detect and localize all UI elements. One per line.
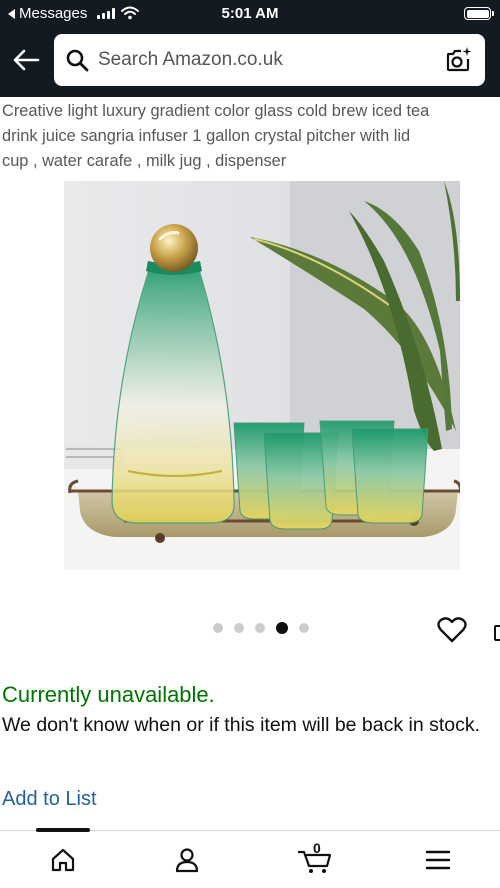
share-icon[interactable] (494, 625, 500, 641)
carousel-dot[interactable] (234, 623, 244, 633)
product-title-line: cup , water carafe , milk jug , dispense… (2, 152, 287, 170)
account-icon (175, 848, 199, 873)
carousel-dot-active[interactable] (276, 622, 288, 634)
carousel-dot[interactable] (255, 623, 265, 633)
product-title: Creative light luxury gradient color gla… (2, 99, 500, 174)
product-title-line: Creative light luxury gradient color gla… (2, 102, 430, 120)
nav-cart[interactable]: 0 (294, 840, 336, 877)
search-input[interactable] (98, 46, 428, 74)
bottom-navigation: 0 (0, 828, 500, 888)
product-title-line: drink juice sangria infuser 1 gallon cry… (2, 127, 411, 145)
search-bar[interactable] (54, 34, 485, 86)
status-bar: Messages 5:01 AM (0, 0, 500, 28)
status-time: 5:01 AM (221, 5, 279, 22)
carousel-dot[interactable] (213, 623, 223, 633)
search-icon (66, 49, 89, 72)
back-arrow-icon[interactable] (12, 48, 40, 72)
active-tab-indicator (36, 828, 90, 832)
product-image[interactable] (64, 181, 460, 570)
image-carousel-dots[interactable] (213, 622, 309, 634)
battery-icon (464, 7, 494, 20)
nav-account[interactable] (167, 843, 207, 877)
menu-icon (425, 850, 451, 870)
camera-search-icon[interactable] (444, 45, 474, 75)
nav-menu[interactable] (418, 843, 458, 877)
availability-status: Currently unavailable. (2, 682, 215, 707)
cart-count-badge: 0 (313, 840, 321, 856)
product-photo (64, 181, 460, 570)
heart-icon[interactable] (437, 616, 467, 644)
carousel-dot[interactable] (299, 623, 309, 633)
stock-message: We don't know when or if this item will … (2, 714, 481, 736)
nav-home[interactable] (43, 843, 83, 877)
home-icon (51, 848, 75, 872)
add-to-list-link[interactable]: Add to List (2, 788, 97, 811)
app-header: Messages 5:01 AM (0, 0, 500, 97)
